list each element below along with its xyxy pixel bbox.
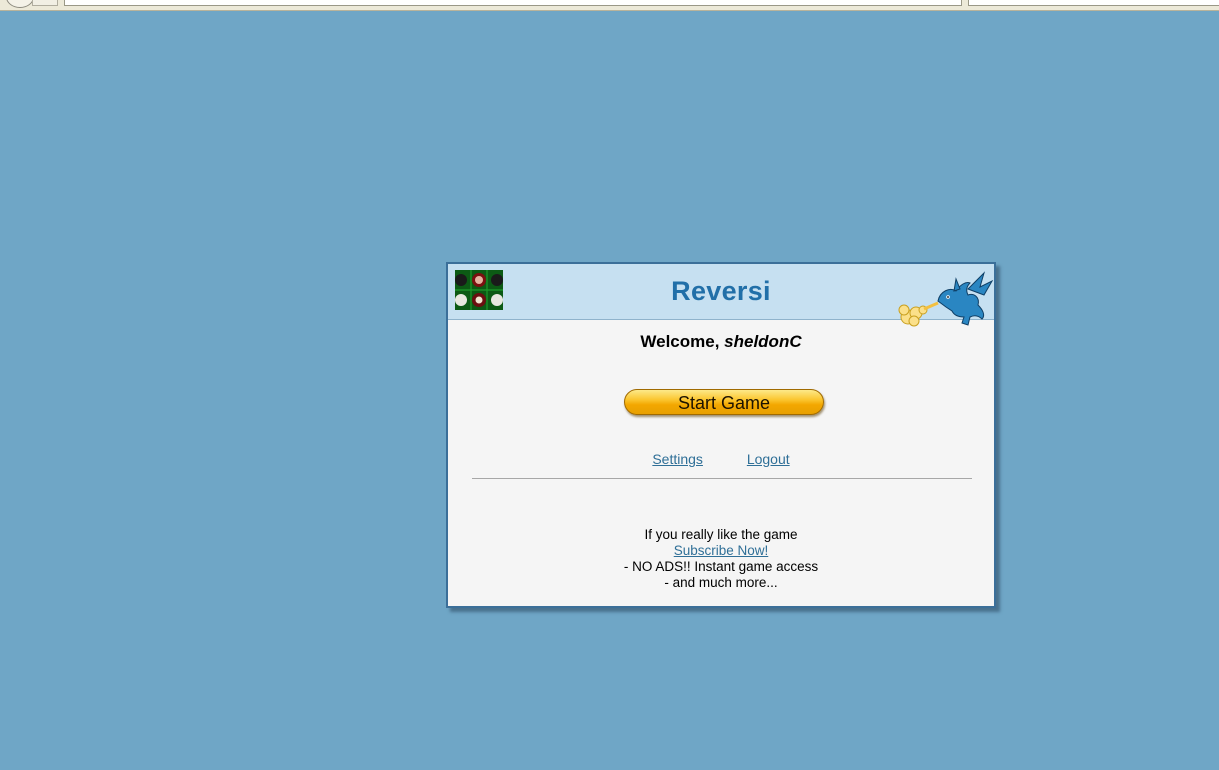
fire-breathing-dragon-icon	[898, 271, 994, 327]
account-links: Settings Logout	[448, 451, 994, 467]
promo-line-2: - NO ADS!! Instant game access	[623, 559, 819, 574]
back-button[interactable]	[6, 0, 34, 8]
forward-button[interactable]	[32, 0, 58, 6]
welcome-message: Welcome, sheldonC	[448, 332, 994, 352]
promo-line-3: - and much more...	[664, 575, 778, 590]
start-game-button[interactable]: Start Game	[624, 389, 824, 415]
welcome-prefix: Welcome,	[640, 332, 725, 351]
address-bar[interactable]	[64, 0, 1006, 6]
username: sheldonC	[724, 332, 802, 351]
subscribe-link[interactable]: Subscribe Now!	[674, 543, 769, 558]
reversi-panel: Reversi Welcome, sheldonC Start Game Set…	[446, 262, 996, 608]
divider	[472, 478, 972, 479]
subscription-promo: If you really like the game Subscribe No…	[448, 527, 994, 591]
panel-header: Reversi	[448, 264, 994, 327]
promo-line-1: If you really like the game	[644, 527, 798, 542]
logout-link[interactable]: Logout	[747, 451, 790, 467]
browser-toolbar	[0, 0, 1219, 11]
settings-link[interactable]: Settings	[652, 451, 703, 467]
search-input[interactable]	[968, 0, 1219, 6]
